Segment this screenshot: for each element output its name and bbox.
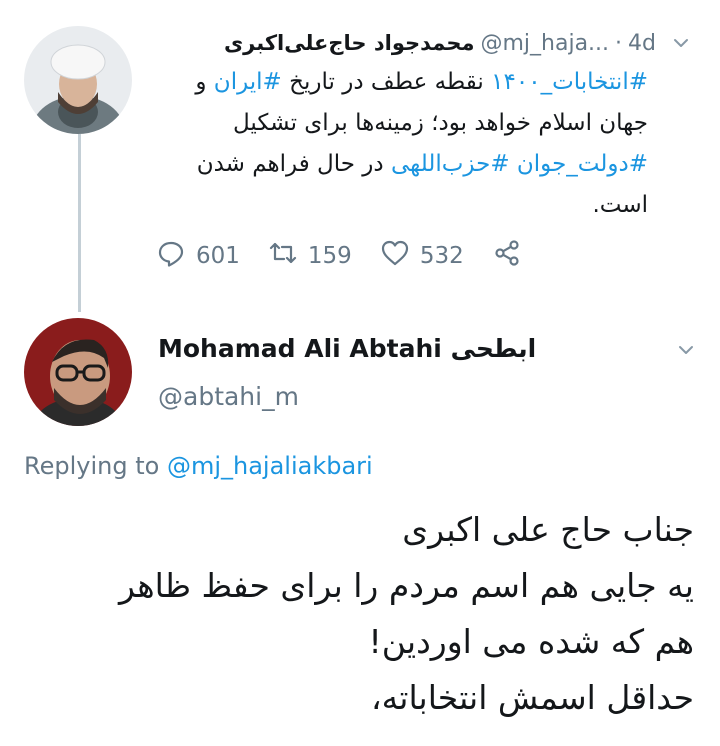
replying-label: Replying to xyxy=(24,452,160,480)
retweet-icon xyxy=(268,238,298,274)
hashtag-link[interactable]: #انتخابات_۱۴۰۰ xyxy=(491,69,648,95)
tweet-actions: 601 159 532 xyxy=(156,236,550,276)
hashtag-link[interactable]: #ایران xyxy=(214,69,282,95)
tweet-text-line: جناب حاج علی اکبری xyxy=(402,510,694,549)
reply-icon xyxy=(156,238,186,274)
hashtag-link[interactable]: #حزب‌اللهی xyxy=(391,151,510,177)
tweet-text-line: هم که شده می اوردین! xyxy=(368,622,694,661)
share-button[interactable] xyxy=(492,238,522,274)
replying-to: Replying to @mj_hajaliakbari xyxy=(24,452,373,480)
display-name[interactable]: Mohamad Ali Abtahi ابطحی xyxy=(158,334,536,363)
retweet-button[interactable]: 159 xyxy=(268,238,352,274)
avatar[interactable] xyxy=(24,26,132,134)
share-icon xyxy=(492,238,522,274)
retweet-count: 159 xyxy=(307,243,352,269)
timestamp-separator: · xyxy=(615,30,623,56)
username-handle[interactable]: @abtahi_m xyxy=(158,382,299,411)
tweet-text: #انتخابات_۱۴۰۰ نقطه عطف در تاریخ #ایران … xyxy=(158,62,648,226)
chevron-down-icon[interactable] xyxy=(672,34,690,52)
avatar[interactable] xyxy=(24,318,132,426)
tweet-text-line: یه جایی هم اسم مردم را برای حفظ ظاهر xyxy=(119,566,694,605)
heart-icon xyxy=(380,238,410,274)
like-button[interactable]: 532 xyxy=(380,238,464,274)
display-name[interactable]: محمدجواد حاج‌علی‌اکبری xyxy=(224,31,475,55)
reply-button[interactable]: 601 xyxy=(156,238,240,274)
hashtag-link[interactable]: #دولت_جوان xyxy=(517,151,648,177)
timestamp[interactable]: 4d xyxy=(628,31,656,56)
tweet-header: محمدجواد حاج‌علی‌اکبری @mj_haja... · 4d xyxy=(224,26,690,60)
thread-line xyxy=(78,134,81,312)
tweet-text-line: حداقل اسمش انتخاباته، xyxy=(370,678,694,717)
tweet-text: جناب حاج علی اکبری یه جایی هم اسم مردم ر… xyxy=(34,502,694,726)
chevron-down-icon[interactable] xyxy=(676,340,696,364)
tweet-text-segment: نقطه عطف در تاریخ xyxy=(281,69,492,95)
tweet-text-segment xyxy=(510,151,517,177)
like-count: 532 xyxy=(419,243,464,269)
mention-link[interactable]: @mj_hajaliakbari xyxy=(167,452,373,480)
reply-count: 601 xyxy=(196,243,240,269)
username-handle[interactable]: @mj_haja... xyxy=(480,31,609,56)
